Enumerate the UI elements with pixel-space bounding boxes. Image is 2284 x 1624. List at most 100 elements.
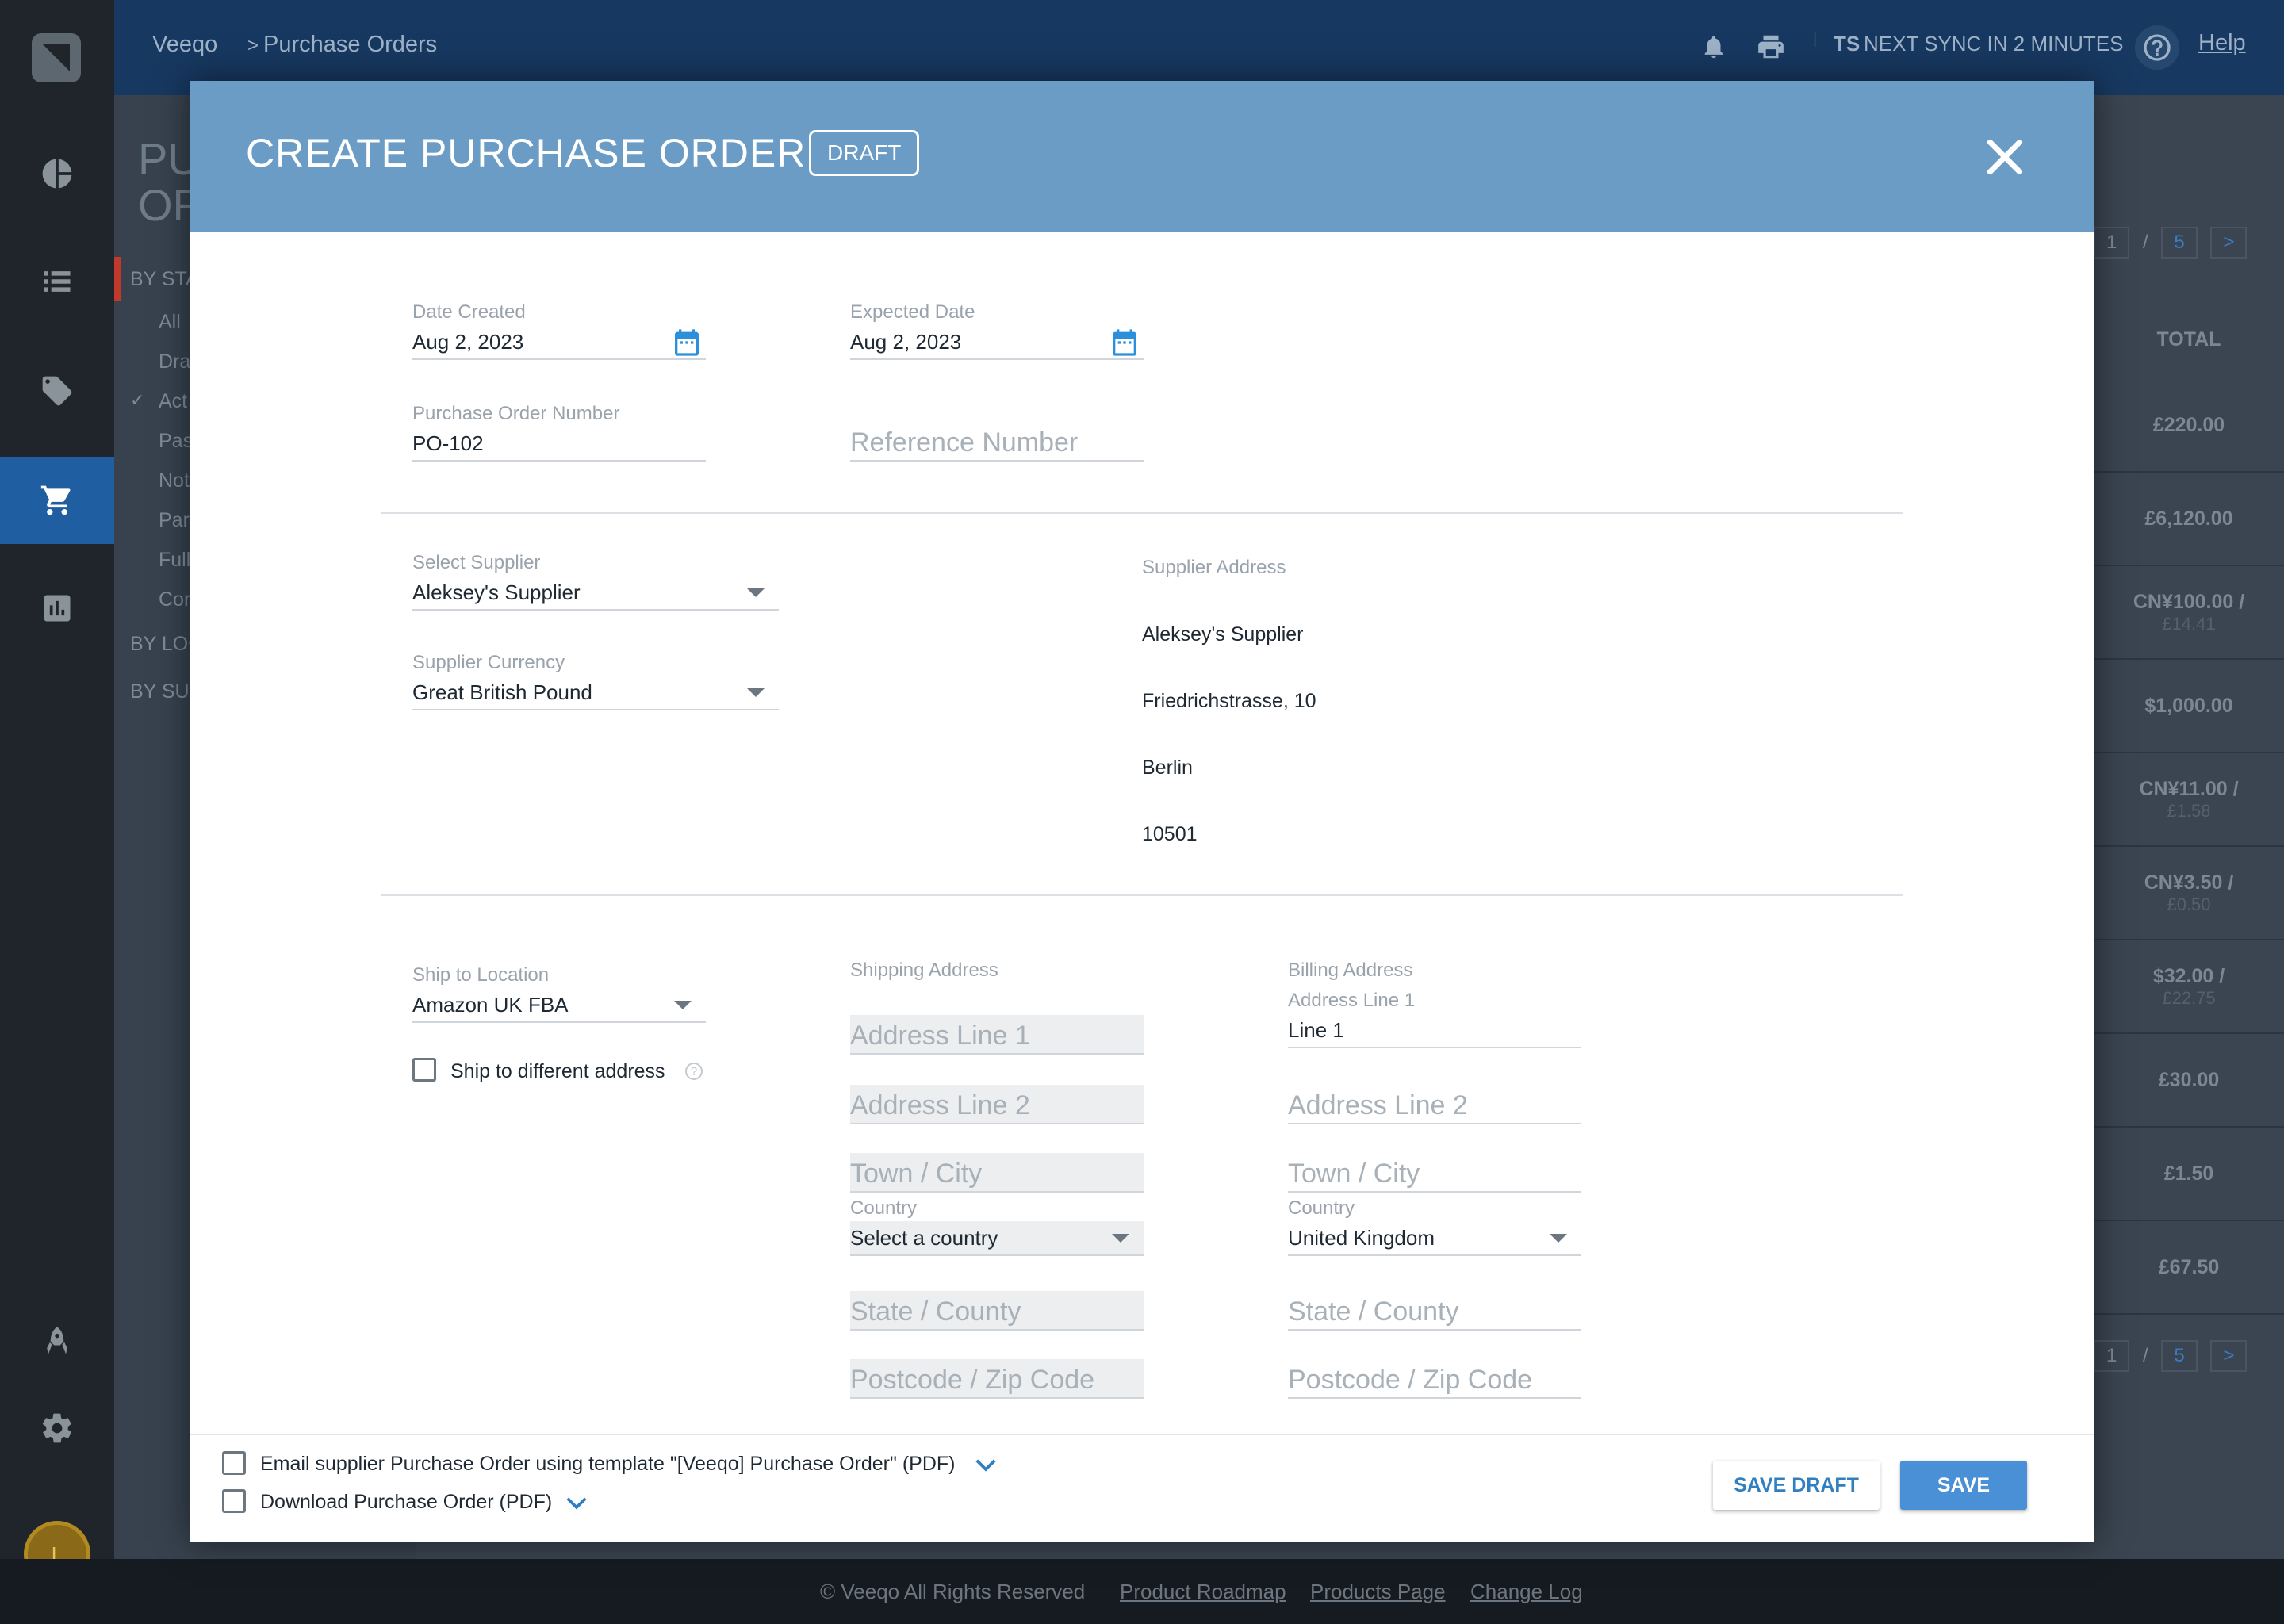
- ship-to-select[interactable]: Amazon UK FBA: [412, 988, 706, 1023]
- billing-state-input[interactable]: State / County: [1288, 1291, 1581, 1331]
- page-total[interactable]: 5: [2161, 1340, 2198, 1372]
- shipping-city-input[interactable]: Town / City: [850, 1153, 1144, 1193]
- currency-value: Great British Pound: [412, 680, 592, 704]
- filter-item[interactable]: Cor: [159, 588, 190, 611]
- table-row[interactable]: SECN¥100.00 /£14.41: [2046, 566, 2284, 660]
- download-pdf-checkbox[interactable]: [222, 1489, 246, 1513]
- email-supplier-checkbox[interactable]: [222, 1451, 246, 1475]
- date-created-input[interactable]: Aug 2, 2023: [412, 325, 706, 360]
- billing-city-field: Town / City: [1288, 1153, 1581, 1193]
- shipping-postcode-input[interactable]: Postcode / Zip Code: [850, 1359, 1144, 1399]
- download-pdf-label[interactable]: Download Purchase Order (PDF): [260, 1491, 552, 1514]
- table-row[interactable]: SE$32.00 /£22.75: [2046, 940, 2284, 1034]
- total-cell: CN¥11.00 /: [2139, 777, 2239, 800]
- reference-number-input[interactable]: Reference Number: [850, 422, 1144, 462]
- page-input[interactable]: 1: [2094, 227, 2130, 259]
- total-cell: £30.00: [2158, 1068, 2220, 1091]
- table-row[interactable]: SE£220.00: [2046, 379, 2284, 473]
- copyright: © Veeqo All Rights Reserved: [820, 1580, 1086, 1603]
- printer-icon[interactable]: [1756, 32, 1786, 62]
- supplier-label: Select Supplier: [412, 552, 541, 573]
- supplier-address-line: Berlin: [1142, 756, 1193, 779]
- breadcrumb-root[interactable]: Veeqo: [152, 32, 217, 58]
- close-icon[interactable]: [1979, 132, 2030, 182]
- table-row[interactable]: SECN¥11.00 /£1.58: [2046, 753, 2284, 847]
- billing-line2-input[interactable]: Address Line 2: [1288, 1085, 1581, 1124]
- next-page-button[interactable]: >: [2210, 1340, 2248, 1372]
- shipping-country-select[interactable]: Select a country: [850, 1221, 1144, 1256]
- chevron-down-icon[interactable]: [974, 1457, 998, 1473]
- shipping-city-field: Town / City: [850, 1153, 1144, 1193]
- chevron-down-icon: [674, 1001, 692, 1009]
- filter-item[interactable]: All: [159, 311, 181, 334]
- billing-country-select[interactable]: United Kingdom: [1288, 1221, 1581, 1256]
- page-total[interactable]: 5: [2161, 227, 2198, 259]
- dashboard-icon[interactable]: [0, 130, 114, 217]
- shipping-line1-input[interactable]: Address Line 1: [850, 1015, 1144, 1055]
- shipping-line2-input[interactable]: Address Line 2: [850, 1085, 1144, 1124]
- modal-header: CREATE PURCHASE ORDER DRAFT: [190, 81, 2094, 232]
- po-number-value: PO-102: [412, 431, 484, 455]
- billing-city-input[interactable]: Town / City: [1288, 1153, 1581, 1193]
- help-icon[interactable]: [2135, 25, 2179, 70]
- table-row[interactable]: SE£67.50: [2046, 1221, 2284, 1315]
- supplier-select[interactable]: Aleksey's Supplier: [412, 576, 779, 611]
- create-purchase-order-modal: CREATE PURCHASE ORDER DRAFT Date Created…: [190, 81, 2094, 1542]
- po-number-input[interactable]: PO-102: [412, 427, 706, 462]
- billing-address-label: Billing Address: [1288, 959, 1413, 981]
- filter-item[interactable]: Act: [159, 390, 187, 413]
- table-row[interactable]: SE£6,120.00: [2046, 473, 2284, 566]
- table-row[interactable]: SE£1.50: [2046, 1128, 2284, 1221]
- billing-line1-input[interactable]: Line 1: [1288, 1013, 1581, 1048]
- currency-select[interactable]: Great British Pound: [412, 676, 779, 710]
- shipping-postcode-field: Postcode / Zip Code: [850, 1359, 1144, 1399]
- breadcrumb-current: Purchase Orders: [263, 32, 438, 57]
- chevron-down-icon[interactable]: [565, 1496, 588, 1511]
- section-divider: [381, 894, 1903, 896]
- table-row[interactable]: SE£30.00: [2046, 1034, 2284, 1128]
- save-draft-button[interactable]: SAVE DRAFT: [1713, 1461, 1880, 1510]
- table-row[interactable]: SECN¥3.50 /£0.50: [2046, 847, 2284, 940]
- filter-item[interactable]: Full: [159, 549, 190, 572]
- expected-date-field: Expected Date Aug 2, 2023: [850, 301, 1144, 360]
- ship-different-checkbox[interactable]: [412, 1058, 436, 1082]
- chevron-down-icon: [1112, 1234, 1129, 1243]
- filter-item[interactable]: Not: [159, 469, 190, 492]
- next-page-button[interactable]: >: [2210, 227, 2248, 259]
- filter-item[interactable]: Dra: [159, 350, 190, 373]
- expected-date-input[interactable]: Aug 2, 2023: [850, 325, 1144, 360]
- filter-section-supplier[interactable]: BY SUI: [130, 680, 195, 703]
- filter-section-status[interactable]: BY STA: [130, 268, 199, 291]
- currency-label: Supplier Currency: [412, 652, 565, 673]
- reports-icon[interactable]: [0, 565, 114, 652]
- table-row[interactable]: SE$1,000.00: [2046, 660, 2284, 753]
- page-input[interactable]: 1: [2094, 1340, 2130, 1372]
- chevron-down-icon: [747, 588, 765, 597]
- settings-icon[interactable]: [0, 1385, 114, 1472]
- billing-line1-label: Address Line 1: [1288, 990, 1416, 1011]
- filter-item[interactable]: Par: [159, 509, 190, 532]
- email-supplier-label[interactable]: Email supplier Purchase Order using temp…: [260, 1453, 955, 1476]
- help-icon[interactable]: ?: [685, 1063, 703, 1080]
- section-divider: [381, 512, 1903, 514]
- footer-link-products[interactable]: Products Page: [1310, 1580, 1446, 1604]
- filter-item[interactable]: Pas: [159, 430, 193, 453]
- products-icon[interactable]: [0, 347, 114, 435]
- orders-icon[interactable]: [0, 238, 114, 325]
- purchase-orders-icon[interactable]: [0, 457, 114, 544]
- footer-link-roadmap[interactable]: Product Roadmap: [1120, 1580, 1286, 1604]
- launch-icon[interactable]: [0, 1297, 114, 1385]
- active-section-marker: [114, 257, 121, 301]
- shipping-country-value: Select a country: [850, 1225, 998, 1250]
- notifications-bell-icon[interactable]: [1700, 33, 1727, 60]
- veeqo-logo[interactable]: [32, 33, 81, 82]
- calendar-icon[interactable]: [671, 327, 703, 358]
- help-link[interactable]: Help: [2198, 30, 2246, 56]
- total-cell: £6,120.00: [2144, 507, 2233, 530]
- calendar-icon[interactable]: [1109, 327, 1140, 358]
- footer-link-changelog[interactable]: Change Log: [1470, 1580, 1583, 1604]
- ship-different-label[interactable]: Ship to different address: [450, 1060, 665, 1083]
- save-button[interactable]: SAVE: [1900, 1461, 2027, 1510]
- shipping-state-input[interactable]: State / County: [850, 1291, 1144, 1331]
- billing-postcode-input[interactable]: Postcode / Zip Code: [1288, 1359, 1581, 1399]
